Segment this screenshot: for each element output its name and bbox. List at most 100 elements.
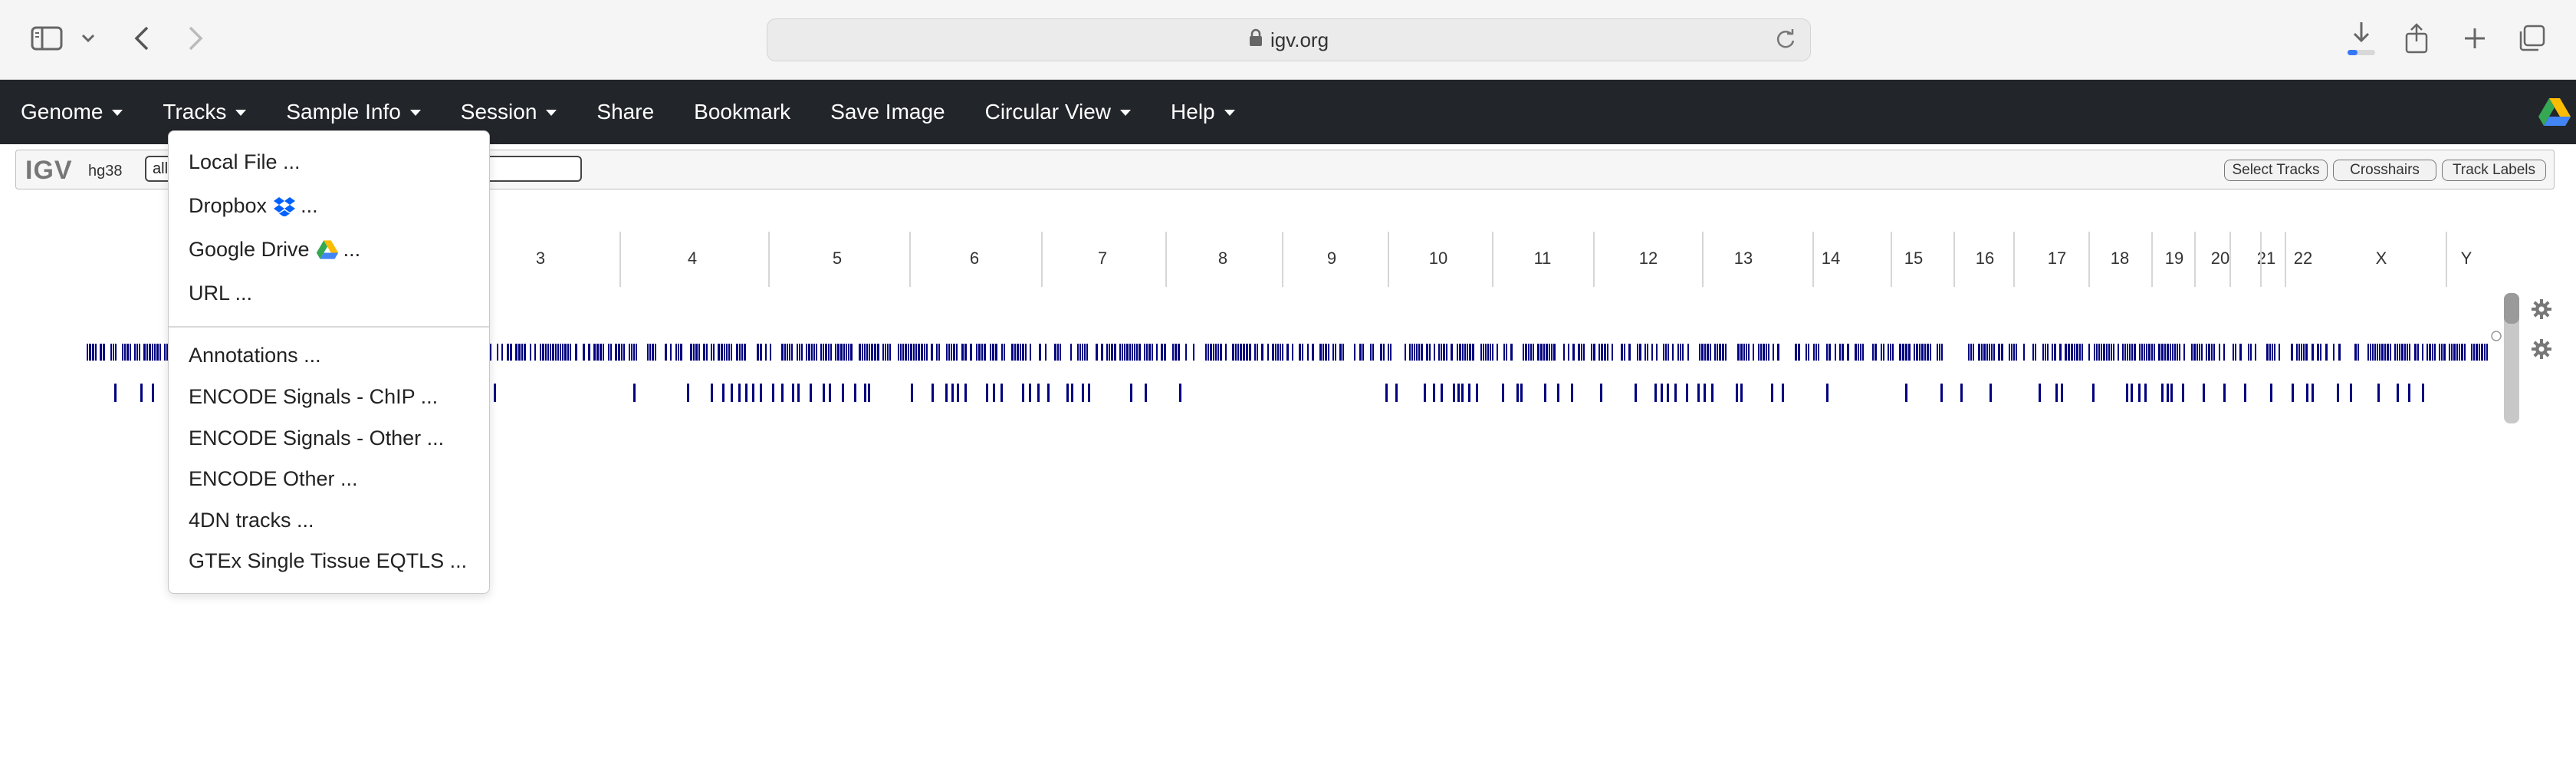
feature-bar[interactable] xyxy=(992,344,994,361)
feature-bar[interactable] xyxy=(739,344,741,361)
feature-bar[interactable] xyxy=(2274,344,2275,361)
feature-bar[interactable] xyxy=(915,344,917,361)
feature-bar[interactable] xyxy=(1409,344,1411,361)
feature-bar[interactable] xyxy=(1914,344,1915,361)
feature-bar[interactable] xyxy=(1905,384,1907,402)
feature-bar[interactable] xyxy=(1461,384,1464,402)
feature-bar[interactable] xyxy=(2291,344,2293,361)
feature-bar[interactable] xyxy=(2113,344,2114,361)
feature-bar[interactable] xyxy=(2439,344,2440,361)
feature-bar[interactable] xyxy=(1661,384,1663,402)
feature-bar[interactable] xyxy=(1480,344,1482,361)
feature-bar[interactable] xyxy=(887,344,889,361)
feature-bar[interactable] xyxy=(874,344,876,361)
feature-bar[interactable] xyxy=(124,344,126,361)
feature-bar[interactable] xyxy=(2076,344,2078,361)
feature-bar[interactable] xyxy=(1441,344,1442,361)
feature-bar[interactable] xyxy=(1372,344,1374,361)
feature-bar[interactable] xyxy=(1639,344,1641,361)
nav-bookmark[interactable]: Bookmark xyxy=(674,80,810,144)
feature-bar[interactable] xyxy=(1045,344,1046,361)
feature-bar[interactable] xyxy=(1126,344,1129,361)
feature-bar[interactable] xyxy=(130,344,131,361)
feature-bar[interactable] xyxy=(2298,344,2300,361)
feature-bar[interactable] xyxy=(518,344,521,361)
feature-bar[interactable] xyxy=(1066,384,1069,402)
feature-bar[interactable] xyxy=(1998,344,2000,361)
feature-bar[interactable] xyxy=(1740,344,1743,361)
feature-bar[interactable] xyxy=(2009,344,2010,361)
feature-bar[interactable] xyxy=(1674,384,1677,402)
feature-bar[interactable] xyxy=(1267,344,1269,361)
feature-bar[interactable] xyxy=(2255,344,2256,361)
feature-bar[interactable] xyxy=(898,344,899,361)
feature-bar[interactable] xyxy=(570,344,571,361)
feature-bar[interactable] xyxy=(2441,344,2443,361)
menu-item-4dn-tracks[interactable]: 4DN tracks ... xyxy=(189,509,314,532)
feature-bar[interactable] xyxy=(953,344,955,361)
reload-icon[interactable] xyxy=(1775,28,1796,55)
feature-bar[interactable] xyxy=(1875,344,1877,361)
chromosome-label-22[interactable]: 22 xyxy=(2280,249,2326,268)
feature-bar[interactable] xyxy=(2179,344,2180,361)
feature-bar[interactable] xyxy=(1628,344,1631,361)
feature-bar[interactable] xyxy=(2486,344,2488,361)
feature-bar[interactable] xyxy=(2088,344,2090,361)
feature-bar[interactable] xyxy=(2211,344,2213,361)
feature-bar[interactable] xyxy=(2235,344,2236,361)
feature-bar[interactable] xyxy=(1146,344,1148,361)
feature-bar[interactable] xyxy=(1144,344,1145,361)
feature-bar[interactable] xyxy=(2476,344,2478,361)
feature-bar[interactable] xyxy=(765,344,767,361)
feature-bar[interactable] xyxy=(2223,384,2226,402)
feature-bar[interactable] xyxy=(2219,344,2220,361)
feature-bar[interactable] xyxy=(1060,344,1061,361)
feature-bar[interactable] xyxy=(1457,344,1458,361)
feature-bar[interactable] xyxy=(781,344,784,361)
feature-bar[interactable] xyxy=(2122,344,2124,361)
feature-bar[interactable] xyxy=(2250,344,2252,361)
feature-bar[interactable] xyxy=(134,344,136,361)
feature-bar[interactable] xyxy=(1148,344,1151,361)
feature-bar[interactable] xyxy=(1109,344,1110,361)
feature-bar[interactable] xyxy=(1872,344,1874,361)
feature-bar[interactable] xyxy=(1240,344,1242,361)
feature-bar[interactable] xyxy=(1185,344,1187,361)
feature-bar[interactable] xyxy=(2161,344,2164,361)
feature-bar[interactable] xyxy=(1022,384,1024,402)
feature-bar[interactable] xyxy=(1557,384,1559,402)
feature-bar[interactable] xyxy=(1968,344,1970,361)
feature-bar[interactable] xyxy=(1544,384,1546,402)
feature-bar[interactable] xyxy=(1777,344,1779,361)
feature-bar[interactable] xyxy=(1813,344,1815,361)
feature-bar[interactable] xyxy=(1020,344,1021,361)
feature-bar[interactable] xyxy=(2404,344,2406,361)
feature-bar[interactable] xyxy=(816,344,817,361)
sidebar-toggle-icon[interactable] xyxy=(29,17,64,60)
feature-bar[interactable] xyxy=(1446,344,1447,361)
feature-bar[interactable] xyxy=(2306,384,2308,402)
feature-bar[interactable] xyxy=(2432,344,2433,361)
feature-bar[interactable] xyxy=(1714,344,1716,361)
feature-bar[interactable] xyxy=(1543,344,1545,361)
feature-bar[interactable] xyxy=(1319,344,1322,361)
feature-bar[interactable] xyxy=(828,344,830,361)
feature-bar[interactable] xyxy=(507,344,509,361)
feature-bar[interactable] xyxy=(2397,384,2399,402)
feature-bar[interactable] xyxy=(2164,344,2166,361)
feature-bar[interactable] xyxy=(1152,344,1153,361)
feature-bar[interactable] xyxy=(1704,384,1706,402)
feature-bar[interactable] xyxy=(864,384,866,402)
feature-bar[interactable] xyxy=(722,384,724,402)
feature-bar[interactable] xyxy=(1164,344,1166,361)
feature-bar[interactable] xyxy=(1426,344,1428,361)
feature-bar[interactable] xyxy=(1354,344,1355,361)
feature-bar[interactable] xyxy=(1254,344,1256,361)
feature-bar[interactable] xyxy=(1883,344,1884,361)
nav-genome[interactable]: Genome xyxy=(0,80,143,144)
feature-bar[interactable] xyxy=(2233,344,2234,361)
feature-bar[interactable] xyxy=(2354,344,2357,361)
feature-bar[interactable] xyxy=(842,384,844,402)
feature-bar[interactable] xyxy=(490,344,491,361)
feature-bar[interactable] xyxy=(1663,344,1664,361)
